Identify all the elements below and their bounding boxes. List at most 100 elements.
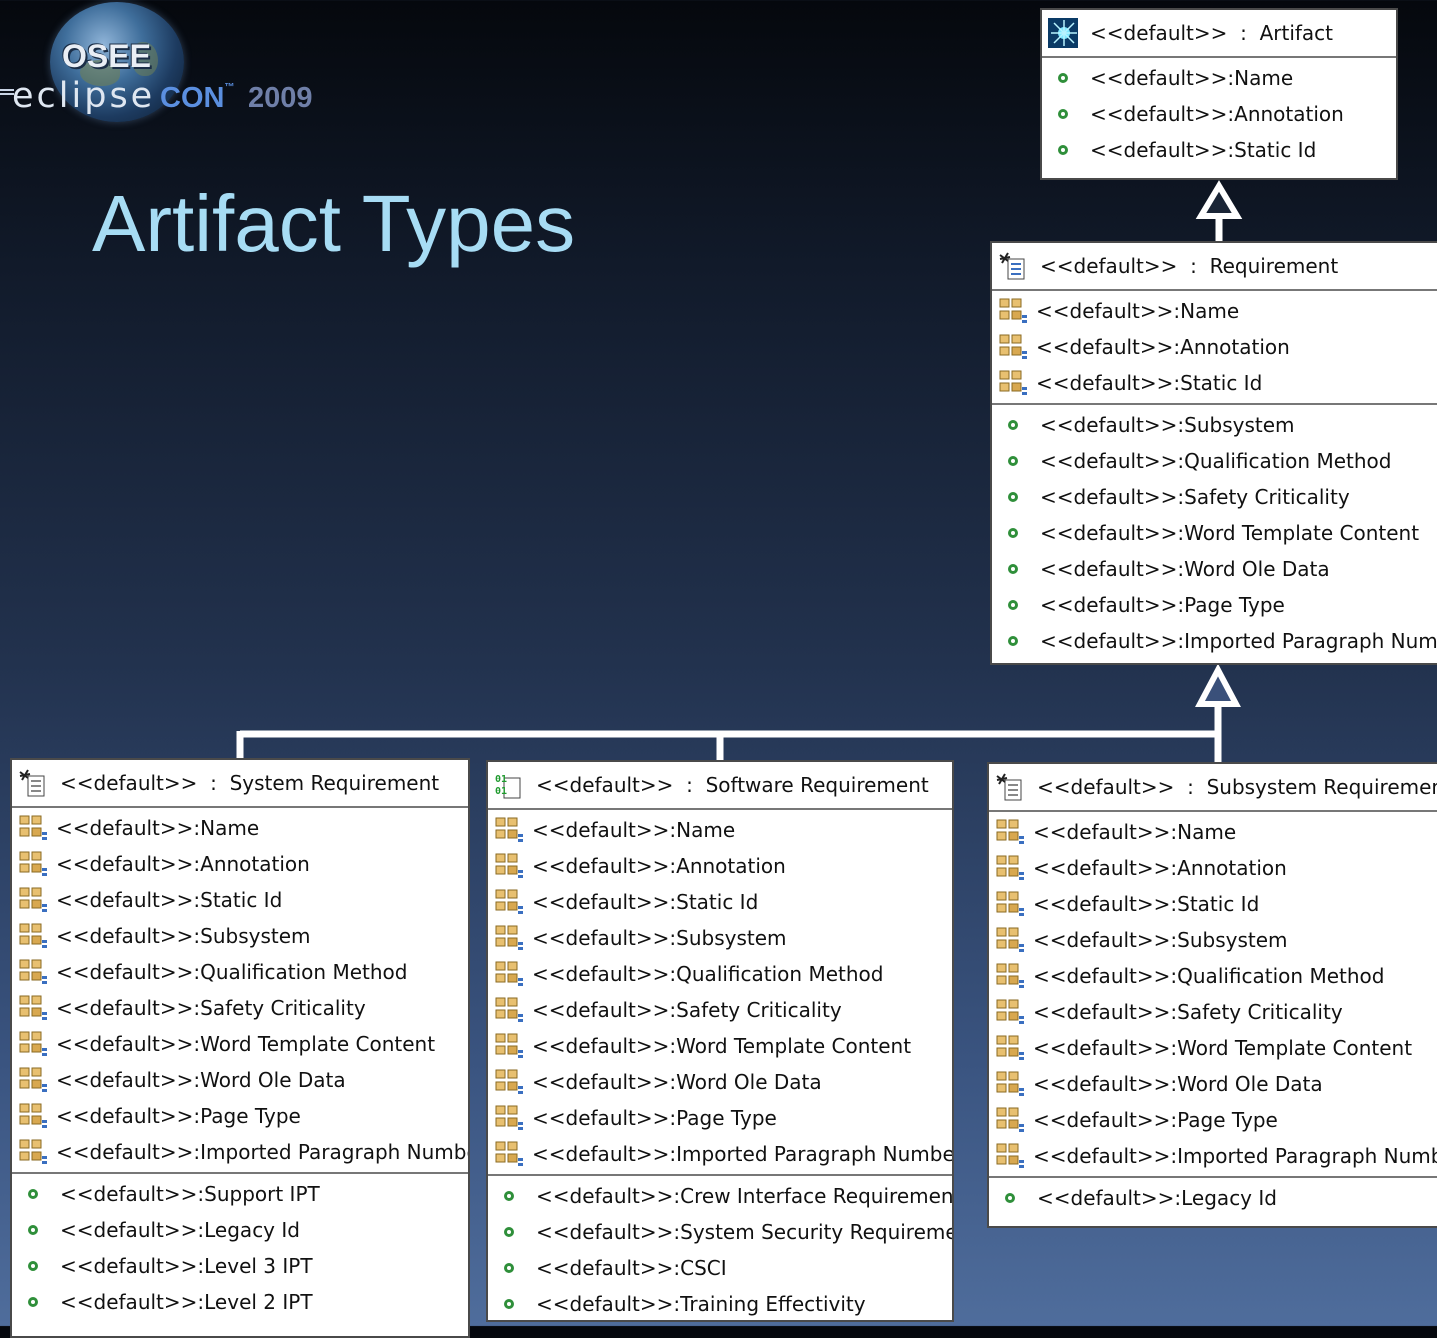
attribute-label: <<default>>:Annotation [1036,335,1290,359]
attribute-label: <<default>>:System Security Requirement [536,1220,954,1244]
attribute-label: <<default>>:Imported Paragraph Number [1040,629,1437,653]
inherited-attribute-icon [495,1105,523,1130]
attribute-row[interactable]: <<default>>:System Security Requirement [488,1214,952,1250]
inherited-attribute-icon [996,1071,1024,1096]
attribute-row[interactable]: <<default>>:Annotation [992,329,1437,365]
attribute-label: <<default>>:Page Type [1040,593,1285,617]
attribute-row[interactable]: <<default>>:Word Ole Data [989,1066,1437,1102]
attribute-row[interactable]: <<default>>:Qualification Method [12,954,468,990]
attribute-row[interactable]: <<default>>:Legacy Id [989,1180,1437,1216]
attribute-row[interactable]: <<default>>:Qualification Method [488,956,952,992]
attribute-circle-icon [504,1299,514,1309]
attribute-row[interactable]: <<default>>:Static Id [989,886,1437,922]
attribute-label: <<default>>:Imported Paragraph Number [532,1142,954,1166]
attribute-row[interactable]: <<default>>:Subsystem [989,922,1437,958]
attribute-row[interactable]: <<default>>:Word Template Content [989,1030,1437,1066]
attribute-label: <<default>>:Word Ole Data [1033,1072,1323,1096]
attribute-row[interactable]: <<default>>:Subsystem [12,918,468,954]
attribute-row[interactable]: <<default>>:Word Template Content [488,1028,952,1064]
attribute-row[interactable]: <<default>>:Subsystem [992,407,1437,443]
attribute-row[interactable]: <<default>>:Word Template Content [992,515,1437,551]
inherited-attribute-icon [495,1141,523,1166]
attribute-row[interactable]: <<default>>:Page Type [488,1100,952,1136]
attribute-row[interactable]: <<default>>:Crew Interface Requirement [488,1178,952,1214]
attribute-circle-icon [1008,564,1018,574]
attribute-row[interactable]: <<default>>:Level 3 IPT [12,1248,468,1284]
attribute-label: <<default>>:Name [56,816,260,840]
attribute-row[interactable]: <<default>>:Word Template Content [12,1026,468,1062]
attribute-row[interactable]: <<default>>:Page Type [989,1102,1437,1138]
attribute-label: <<default>>:Subsystem [1033,928,1288,952]
attribute-row[interactable]: <<default>>:Page Type [992,587,1437,623]
attribute-circle-icon [28,1189,38,1199]
artifact-header-label: <<default>> : Artifact [1090,21,1334,45]
attribute-row[interactable]: <<default>>:Subsystem [488,920,952,956]
inherited-attribute-icon [19,1067,47,1092]
attribute-row[interactable]: <<default>>:Page Type [12,1098,468,1134]
attribute-row[interactable]: <<default>>:Imported Paragraph Number [992,623,1437,659]
attribute-row[interactable]: <<default>>:Name [989,814,1437,850]
inherited-attribute-icon [999,298,1027,323]
inherited-attribute-icon [495,1069,523,1094]
software-requirement-type-box[interactable]: 01 01 <<default>> : Software Requirement… [486,760,954,1322]
attribute-row[interactable]: <<default>>:Static Id [992,365,1437,401]
attribute-label: <<default>>:Annotation [1033,856,1287,880]
attribute-row[interactable]: <<default>>:Static Id [488,884,952,920]
attribute-row[interactable]: <<default>>:Word Ole Data [488,1064,952,1100]
attribute-row[interactable]: <<default>>:Safety Criticality [12,990,468,1026]
attribute-label: <<default>>:Subsystem [532,926,787,950]
subsystem-requirement-type-box[interactable]: <<default>> : Subsystem Requirement <<de… [987,762,1437,1228]
attribute-row[interactable]: <<default>>:Imported Paragraph Number [12,1134,468,1170]
inherited-attribute-icon [996,963,1024,988]
attribute-circle-icon [1058,73,1068,83]
attribute-row[interactable]: <<default>>:Training Effectivity [488,1286,952,1320]
attribute-label: <<default>>:Safety Criticality [532,998,842,1022]
attribute-row[interactable]: <<default>>:Imported Paragraph Number [989,1138,1437,1174]
attribute-row[interactable]: <<default>>:Name [992,293,1437,329]
attribute-row[interactable]: <<default>>:Annotation [488,848,952,884]
attribute-label: <<default>>:Static Id [1033,892,1260,916]
attribute-row[interactable]: <<default>>:Name [1042,60,1396,96]
attribute-row[interactable]: <<default>>:Word Ole Data [12,1062,468,1098]
attribute-row[interactable]: <<default>>:Level 2 IPT [12,1284,468,1320]
attribute-row[interactable]: <<default>>:Word Ole Data [992,551,1437,587]
attribute-row[interactable]: <<default>>:CSCI [488,1250,952,1286]
attribute-label: <<default>>:Qualification Method [1040,449,1392,473]
attribute-circle-icon [504,1191,514,1201]
inherited-attribute-icon [19,995,47,1020]
attribute-row[interactable]: <<default>>:Legacy Id [12,1212,468,1248]
attribute-label: <<default>>:Qualification Method [1033,964,1385,988]
attribute-row[interactable]: <<default>>:Annotation [12,846,468,882]
attribute-label: <<default>>:Page Type [1033,1108,1278,1132]
attribute-row[interactable]: <<default>>:Safety Criticality [488,992,952,1028]
artifact-type-box[interactable]: <<default>> : Artifact <<default>>:Name <… [1040,8,1398,180]
attribute-row[interactable]: <<default>>:Imported Paragraph Number [488,1136,952,1172]
attribute-row[interactable]: <<default>>:Annotation [989,850,1437,886]
attribute-row[interactable]: <<default>>:Annotation [1042,96,1396,132]
attribute-row[interactable]: <<default>>:Safety Criticality [992,479,1437,515]
attribute-circle-icon [1008,636,1018,646]
inherited-attribute-icon [19,1139,47,1164]
attribute-label: <<default>>:Crew Interface Requirement [536,1184,954,1208]
inherited-attribute-icon [996,999,1024,1024]
attribute-label: <<default>>:Static Id [1090,138,1317,162]
requirement-type-box[interactable]: <<default>> : Requirement <<default>>:Na… [990,241,1437,665]
inherited-attribute-icon [495,889,523,914]
attribute-row[interactable]: <<default>>:Support IPT [12,1176,468,1212]
attribute-row[interactable]: <<default>>:Safety Criticality [989,994,1437,1030]
attribute-label: <<default>>:Safety Criticality [56,996,366,1020]
attribute-label: <<default>>:Annotation [56,852,310,876]
attribute-row[interactable]: <<default>>:Name [488,812,952,848]
attribute-row[interactable]: <<default>>:Qualification Method [989,958,1437,994]
requirement-document-icon [19,769,45,797]
attribute-circle-icon [1008,492,1018,502]
inherited-attribute-icon [19,851,47,876]
attribute-label: <<default>>:Annotation [1090,102,1344,126]
system-requirement-type-box[interactable]: <<default>> : System Requirement <<defau… [10,758,470,1338]
attribute-row[interactable]: <<default>>:Name [12,810,468,846]
inherited-attribute-icon [996,1143,1024,1168]
attribute-row[interactable]: <<default>>:Static Id [12,882,468,918]
attribute-row[interactable]: <<default>>:Qualification Method [992,443,1437,479]
attribute-row[interactable]: <<default>>:Static Id [1042,132,1396,168]
attribute-circle-icon [1008,420,1018,430]
